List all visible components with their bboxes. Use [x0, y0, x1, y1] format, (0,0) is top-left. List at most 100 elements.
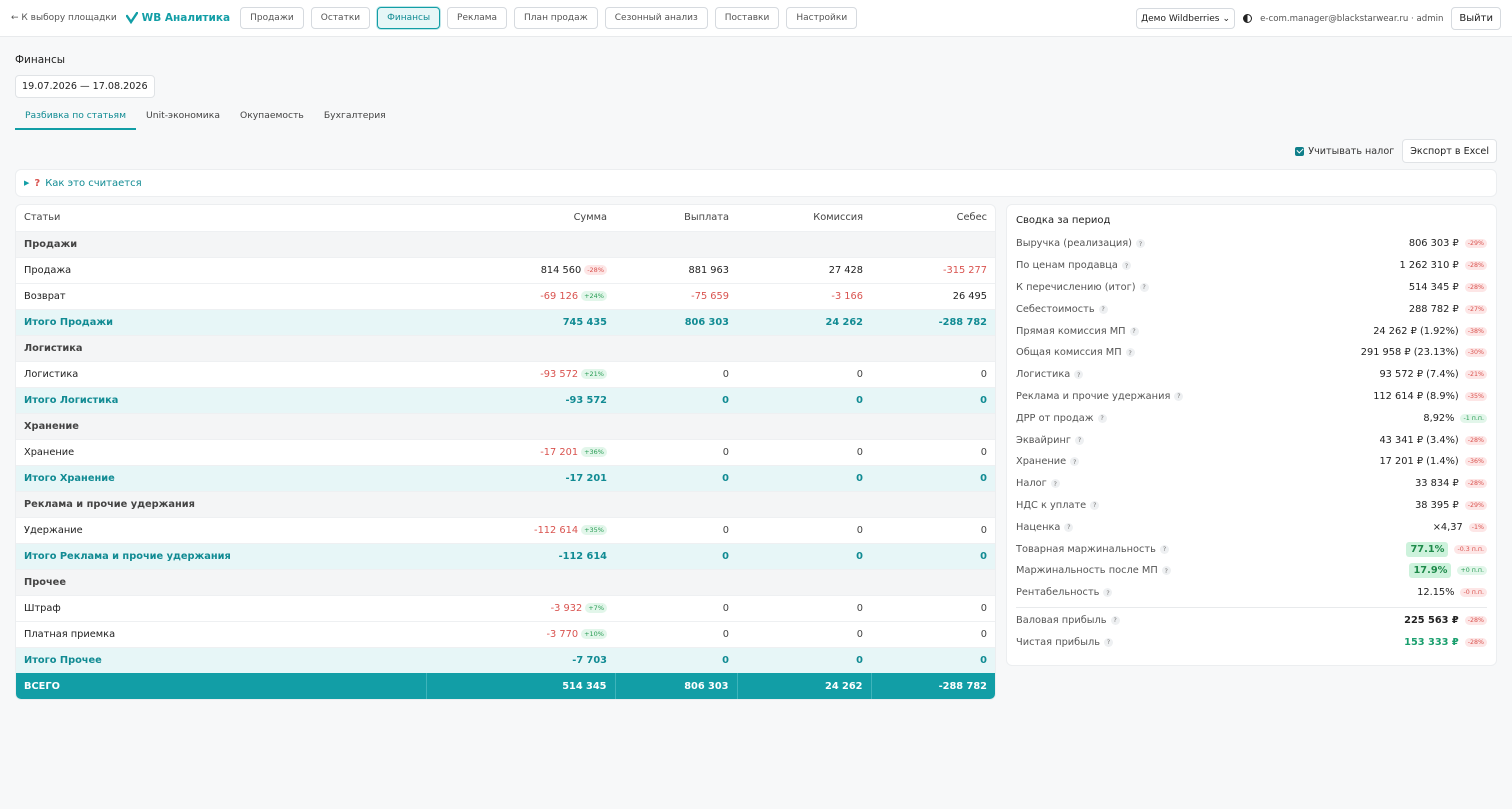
nav-item-6[interactable]: Поставки — [714, 7, 780, 29]
summary-value-text: 291 958 ₽ (23.13%) — [1360, 347, 1459, 359]
summary-value-text: 1 262 310 ₽ — [1399, 260, 1459, 272]
summary-row: Прямая комиссия МП? 24 262 ₽ (1.92%) -38% — [1016, 320, 1487, 342]
tab-2[interactable]: Окупаемость — [230, 106, 314, 130]
column-header-4[interactable]: Себес — [871, 205, 995, 231]
tax-checkbox[interactable]: Учитывать налог — [1295, 146, 1394, 157]
column-header-3[interactable]: Комиссия — [737, 205, 871, 231]
commission-cell: 0 — [737, 620, 871, 647]
store-select[interactable]: Демо Wildberries ⌄ — [1136, 8, 1236, 29]
checkbox-checked-icon[interactable] — [1295, 146, 1305, 156]
summary-value-text: 8,92% — [1423, 412, 1455, 424]
table-row-grand: ВСЕГО 514 345 806 303 24 262 -288 782 — [16, 673, 995, 699]
change-badge: -30% — [1464, 348, 1487, 358]
how-calculated-expander[interactable]: ▶ ? Как это считается — [15, 169, 1497, 197]
nav-item-2[interactable]: Финансы — [377, 7, 441, 29]
payout-cell: 806 303 — [615, 308, 737, 335]
tab-1[interactable]: Unit-экономика — [136, 106, 230, 130]
column-header-0[interactable]: Статьи — [16, 205, 426, 231]
table-row-section: Логистика — [16, 334, 995, 361]
sum-cell: -69 126 +24% — [426, 282, 615, 309]
summary-value: 225 563 ₽ -28% — [1404, 615, 1487, 626]
change-badge: -28% — [1464, 615, 1487, 625]
change-badge: +7% — [585, 602, 607, 613]
finance-tabs: Разбивка по статьям Unit-экономика Окупаем… — [15, 106, 396, 130]
help-icon[interactable]: ? — [1104, 637, 1113, 647]
logo[interactable]: WB Аналитика — [125, 12, 230, 24]
date-range-picker[interactable]: 19.07.2026 — 17.08.2026 — [15, 75, 155, 98]
change-badge: -1% — [1468, 522, 1487, 532]
tab-0[interactable]: Разбивка по статьям — [15, 106, 137, 130]
summary-row: ДРР от продаж? 8,92% -1 п.п. — [1016, 407, 1487, 429]
summary-value: 514 345 ₽ -28% — [1409, 282, 1487, 293]
tab-3[interactable]: Бухгалтерия — [314, 106, 396, 130]
help-icon[interactable]: ? — [1064, 522, 1074, 532]
help-icon[interactable]: ? — [1135, 239, 1145, 249]
theme-toggle-icon[interactable] — [1243, 14, 1253, 23]
finance-table: Статьи Сумма Выплата Комиссия Себес Продажи П… — [16, 205, 995, 699]
nav-item-4[interactable]: План продаж — [514, 7, 598, 29]
page-title: Финансы — [15, 54, 66, 66]
sum-value: -17 201 — [565, 472, 607, 484]
sum-cell: 514 345 — [426, 673, 616, 699]
help-icon[interactable]: ? — [1159, 544, 1169, 554]
help-icon[interactable]: ? — [1161, 566, 1171, 576]
nav-item-1[interactable]: Остатки — [310, 7, 371, 29]
help-icon[interactable]: ? — [1050, 479, 1060, 489]
section-title: Логистика — [16, 334, 995, 361]
help-icon[interactable]: ? — [1098, 304, 1108, 314]
help-icon[interactable]: ? — [1174, 391, 1184, 401]
summary-label-text: Маржинальность после МП — [1016, 565, 1158, 577]
summary-row: Выручка (реализация)? 806 303 ₽ -29% — [1016, 233, 1487, 255]
summary-value: 1 262 310 ₽ -28% — [1399, 260, 1487, 272]
cost-cell: -288 782 — [871, 673, 995, 699]
summary-value-text: 93 572 ₽ (7.4%) — [1379, 369, 1459, 381]
section-title: Реклама и прочие удержания — [16, 490, 995, 517]
help-icon[interactable]: ? — [1070, 457, 1080, 467]
nav-item-7[interactable]: Настройки — [786, 7, 858, 29]
summary-label: Себестоимость? — [1016, 304, 1108, 315]
change-badge: -0.3 п.п. — [1454, 544, 1487, 554]
help-icon[interactable]: ? — [1139, 282, 1149, 292]
section-title: Хранение — [16, 412, 995, 439]
sum-value: -112 614 — [558, 550, 607, 562]
help-icon[interactable]: ? — [1075, 435, 1085, 445]
table-row-section: Хранение — [16, 412, 995, 439]
export-excel-button[interactable]: Экспорт в Excel — [1402, 139, 1497, 163]
help-icon[interactable]: ? — [1097, 413, 1107, 423]
change-badge: -28% — [1464, 637, 1487, 647]
summary-label-text: Эквайринг — [1016, 434, 1072, 446]
commission-cell: 0 — [737, 360, 871, 387]
cost-cell: 26 495 — [871, 282, 995, 309]
help-icon[interactable]: ? — [1121, 261, 1131, 271]
payout-cell: 0 — [615, 464, 737, 491]
logo-check-icon — [125, 12, 138, 24]
summary-row: Наценка? ×4,37 -1% — [1016, 516, 1487, 538]
nav-item-3[interactable]: Реклама — [447, 7, 508, 29]
help-icon[interactable]: ? — [1090, 500, 1100, 510]
cost-cell: 0 — [871, 438, 995, 465]
help-icon[interactable]: ? — [1103, 588, 1113, 598]
summary-label-text: Налог — [1016, 478, 1047, 490]
commission-cell: 0 — [737, 542, 871, 569]
summary-label-text: Реклама и прочие удержания — [1016, 390, 1171, 402]
back-to-platforms-link[interactable]: ← К выбору площадки — [11, 13, 117, 23]
column-header-1[interactable]: Сумма — [426, 205, 615, 231]
summary-value: 288 782 ₽ -27% — [1409, 304, 1487, 315]
help-icon[interactable]: ? — [1125, 348, 1135, 358]
table-row-total: Итого Хранение -17 201 0 0 0 — [16, 464, 995, 491]
summary-label: Товарная маржинальность? — [1016, 544, 1169, 555]
help-icon[interactable]: ? — [1110, 615, 1120, 625]
column-header-2[interactable]: Выплата — [615, 205, 737, 231]
summary-label: Рентабельность? — [1016, 587, 1113, 599]
help-icon[interactable]: ? — [1074, 370, 1084, 380]
nav-item-5[interactable]: Сезонный анализ — [604, 7, 708, 29]
summary-value: 291 958 ₽ (23.13%) -30% — [1361, 347, 1487, 358]
summary-label-text: Рентабельность — [1016, 587, 1100, 599]
section-title: Прочее — [16, 568, 995, 595]
nav-item-0[interactable]: Продажи — [240, 7, 304, 29]
chevron-down-icon: ⌄ — [1222, 13, 1231, 24]
sum-value: -17 201 — [540, 446, 579, 458]
logout-button[interactable]: Выйти — [1451, 7, 1501, 30]
payout-cell: 881 963 — [615, 256, 737, 283]
help-icon[interactable]: ? — [1129, 326, 1139, 336]
